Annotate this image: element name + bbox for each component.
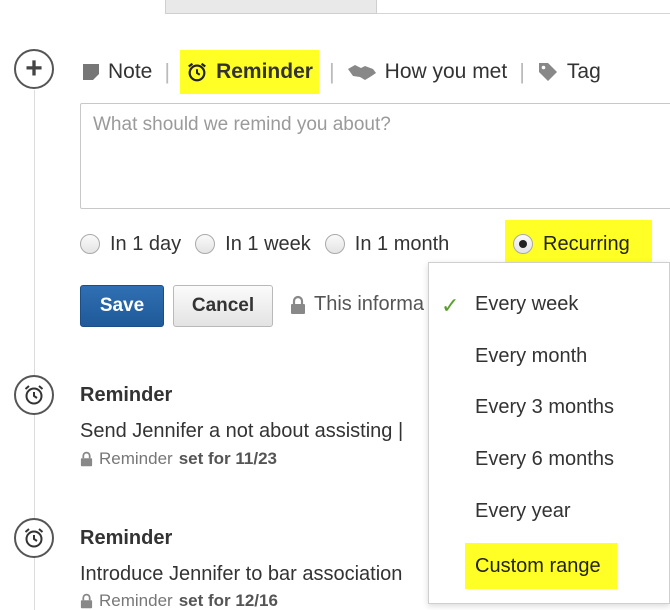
reminder-tab-label: Reminder — [216, 60, 313, 83]
checkmark-icon: ✓ — [441, 293, 460, 318]
toolbar-separator: | — [164, 59, 171, 84]
option-in-1-day-label: In 1 day — [110, 232, 182, 255]
radio-button-selected[interactable] — [513, 234, 533, 254]
lock-icon — [80, 451, 93, 467]
option-recurring[interactable]: Recurring — [505, 220, 652, 268]
menu-item-every-month[interactable]: Every month — [475, 345, 587, 368]
tag-icon — [538, 63, 557, 81]
radio-button[interactable] — [324, 234, 345, 254]
lock-icon — [291, 295, 305, 314]
top-tabs — [165, 0, 670, 14]
entry-meta: Reminder set for 11/23 — [80, 449, 277, 469]
cancel-button[interactable]: Cancel — [173, 285, 273, 327]
menu-item-every-3-months[interactable]: Every 3 months — [475, 396, 614, 419]
reminder-entry-icon — [14, 518, 54, 558]
reminder-text-input[interactable] — [80, 103, 670, 209]
activity-toolbar: Note | Reminder | How you met | Tag — [80, 50, 603, 94]
add-activity-button[interactable]: + — [14, 49, 54, 89]
save-button[interactable]: Save — [80, 285, 164, 327]
menu-item-every-6-months[interactable]: Every 6 months — [475, 448, 614, 471]
tag-tab[interactable]: Tag — [535, 50, 603, 94]
top-tab-rest — [377, 0, 670, 14]
reminder-entry-icon — [14, 375, 54, 415]
entry-meta: Reminder set for 12/16 — [80, 591, 278, 610]
handshake-icon — [347, 65, 376, 80]
radio-button[interactable] — [80, 234, 100, 254]
reminder-tab[interactable]: Reminder — [180, 50, 319, 94]
menu-item-every-week[interactable]: Every week — [475, 293, 578, 316]
option-in-1-week[interactable]: In 1 week — [195, 233, 311, 256]
lock-icon — [80, 593, 93, 609]
reminder-timing-options: In 1 day In 1 week In 1 month — [80, 226, 463, 262]
how-you-met-tab[interactable]: How you met — [345, 50, 510, 94]
menu-item-every-year[interactable]: Every year — [475, 500, 571, 523]
entry-title: Reminder — [80, 527, 173, 549]
option-in-1-month-label: In 1 month — [354, 232, 450, 255]
alarm-clock-icon — [188, 62, 206, 82]
alarm-clock-icon — [24, 385, 44, 405]
entry-title: Reminder — [80, 384, 173, 406]
entry-meta-prefix: Reminder — [99, 591, 173, 610]
option-in-1-week-label: In 1 week — [225, 232, 311, 255]
radio-button[interactable] — [195, 234, 216, 254]
entry-meta-value: set for 12/16 — [178, 591, 278, 610]
entry-description: Send Jennifer a not about assisting | — [80, 420, 404, 442]
recurring-frequency-menu: ✓ Every week Every month Every 3 months … — [428, 262, 670, 604]
alarm-clock-icon — [24, 528, 44, 548]
toolbar-separator: | — [328, 59, 335, 84]
option-recurring-label: Recurring — [543, 232, 630, 255]
tag-tab-label: Tag — [566, 60, 601, 83]
option-in-1-day[interactable]: In 1 day — [80, 233, 181, 256]
entry-meta-prefix: Reminder — [99, 449, 173, 468]
entry-description: Introduce Jennifer to bar association — [80, 563, 403, 585]
privacy-text: This informa — [314, 293, 425, 315]
note-tab-label: Note — [108, 60, 153, 83]
note-tab[interactable]: Note — [80, 50, 154, 94]
entry-meta-value: set for 11/23 — [178, 449, 277, 468]
note-icon — [83, 64, 99, 80]
menu-item-custom-range[interactable]: Custom range — [465, 543, 617, 589]
option-in-1-month[interactable]: In 1 month — [324, 232, 450, 256]
top-tab-active[interactable] — [165, 0, 377, 14]
toolbar-separator: | — [519, 59, 525, 84]
how-you-met-tab-label: How you met — [384, 60, 508, 83]
plus-icon: + — [25, 52, 43, 85]
